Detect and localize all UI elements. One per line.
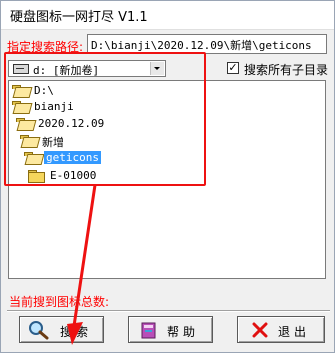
annotation-arrow — [67, 184, 97, 345]
